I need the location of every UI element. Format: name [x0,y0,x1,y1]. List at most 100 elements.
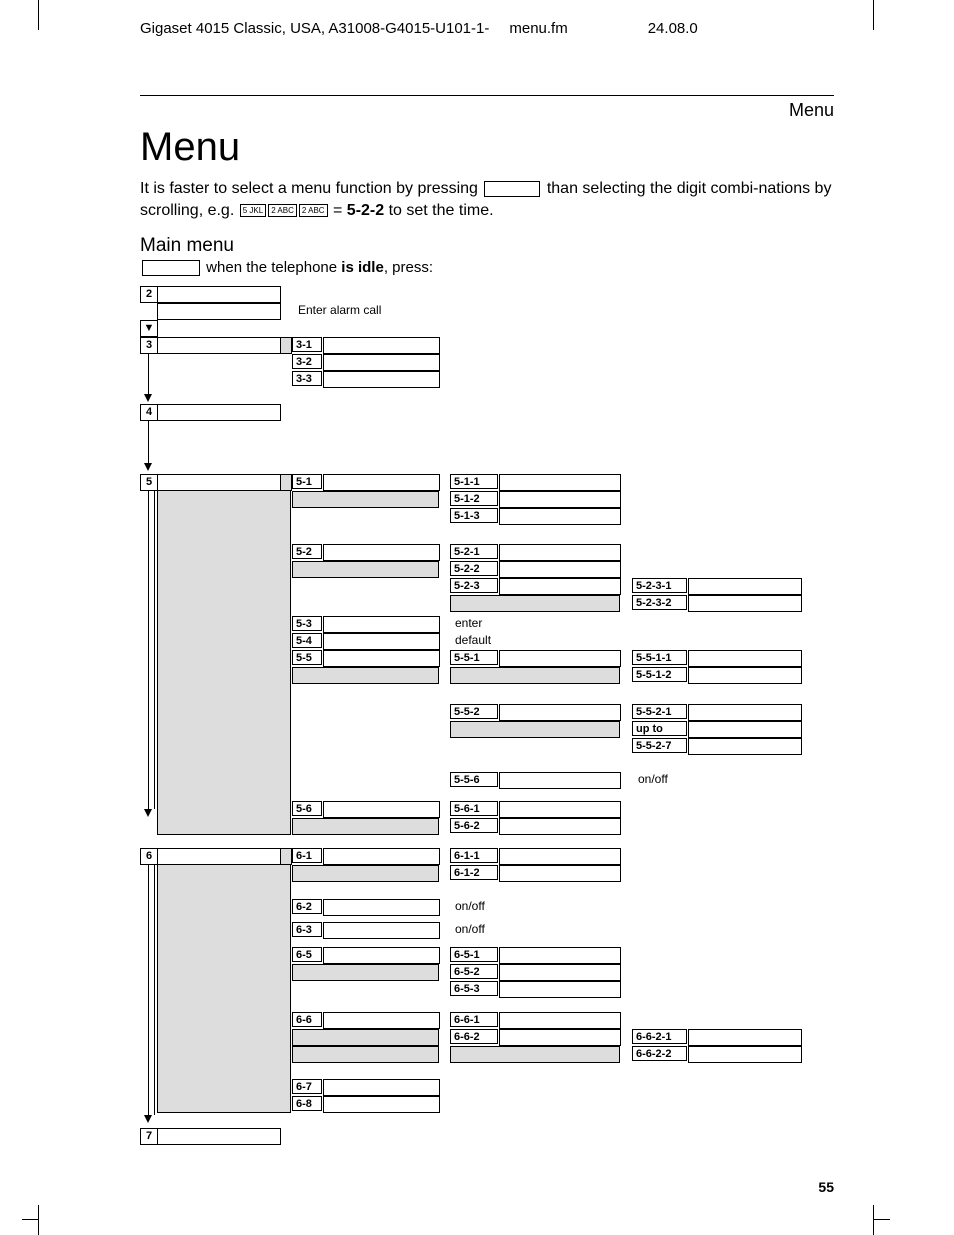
code-6-6-2-2: 6-6-2-2 [632,1046,687,1061]
code-5-2-3: 5-2-3 [450,578,498,593]
grey-cell [499,595,620,612]
cell [157,286,281,303]
grey-cell [499,721,620,738]
page-number: 55 [818,1179,834,1195]
cell [688,578,802,595]
cell [499,544,621,561]
subline-text: when the telephone [206,259,341,276]
grey-join [280,474,292,491]
grey-cell [323,491,439,508]
cell [157,337,281,354]
code-6-5-1: 6-5-1 [450,947,498,962]
arrowhead-icon [144,809,152,817]
code-6-1-2: 6-1-2 [450,865,498,880]
key-5-icon: 5 JKL [240,204,266,217]
cell [499,474,621,491]
code-6-5-2: 6-5-2 [450,964,498,979]
menu-2: 2 [140,286,158,303]
connector [148,354,149,394]
cell [499,964,621,981]
code-5-2-3-1: 5-2-3-1 [632,578,687,593]
intro-text: to set the time. [384,202,493,219]
cell [688,667,802,684]
code-5-2-3-2: 5-2-3-2 [632,595,687,610]
horizontal-rule [140,95,834,96]
grey-strip [280,865,291,1113]
connector [154,865,155,1115]
subline-bold: is idle [341,259,384,276]
key-2-icon: 2 ABC [299,204,328,217]
grey-cell [323,964,439,981]
code-5-6-1: 5-6-1 [450,801,498,816]
key-2-icon: 2 ABC [268,204,297,217]
page-title: Menu [140,125,834,170]
code-3-1: 3-1 [292,337,322,352]
grey-strip [157,865,281,1113]
cell [688,650,802,667]
code-6-6: 6-6 [292,1012,322,1027]
cell [323,474,440,491]
cell [323,337,440,354]
cell [688,704,802,721]
code-6-5: 6-5 [292,947,322,962]
crop-mark [22,1205,39,1235]
code-6-5-3: 6-5-3 [450,981,498,996]
code-5-4: 5-4 [292,633,322,648]
code-6-6-1: 6-6-1 [450,1012,498,1027]
code-5-5: 5-5 [292,650,322,665]
cell [499,818,621,835]
code-5-5-2: 5-5-2 [450,704,498,719]
crop-mark [874,1219,890,1220]
cell [323,544,440,561]
cell [157,1128,281,1145]
code-5-1: 5-1 [292,474,322,489]
grey-cell [292,561,324,578]
menu-7: 7 [140,1128,158,1145]
cell [499,848,621,865]
cell [157,474,281,491]
grey-cell [450,1046,500,1063]
grey-cell [499,667,620,684]
code-6-2: 6-2 [292,899,322,914]
enter-alarm-label: Enter alarm call [298,303,381,318]
code-5-1-3: 5-1-3 [450,508,498,523]
code-5-6: 5-6 [292,801,322,816]
onoff-label: on/off [455,899,485,914]
code-6-1: 6-1 [292,848,322,863]
menu-key-icon [484,181,540,197]
manual-page: Gigaset 4015 Classic, USA, A31008-G4015-… [0,0,954,1235]
connector [148,865,149,1115]
code-6-7: 6-7 [292,1079,322,1094]
intro-text: = [329,202,347,219]
menu-key-icon [142,260,200,276]
cell [688,738,802,755]
onoff-label: on/off [638,772,668,787]
subline-text: , press: [384,259,433,276]
cell [323,354,440,371]
doc-header: Gigaset 4015 Classic, USA, A31008-G4015-… [140,20,834,37]
grey-cell [323,1029,439,1046]
grey-cell [323,1046,439,1063]
enter-label: enter [455,616,482,631]
cell [323,1096,440,1113]
code-5-2-2: 5-2-2 [450,561,498,576]
code-3-3: 3-3 [292,371,322,386]
code-5-5-2-7: 5-5-2-7 [632,738,687,753]
connector [148,491,149,809]
code-3-2: 3-2 [292,354,322,369]
grey-strip [280,491,291,835]
code-5-5-6: 5-5-6 [450,772,498,787]
grey-cell [323,818,439,835]
code-5-2: 5-2 [292,544,322,559]
crop-mark [873,1205,890,1235]
code-6-6-2-1: 6-6-2-1 [632,1029,687,1044]
grey-cell [292,865,324,882]
grey-cell [323,561,439,578]
grey-join [280,337,292,354]
code-6-1-1: 6-1-1 [450,848,498,863]
cell [323,616,440,633]
menu-3: 3 [140,337,158,354]
cell [499,947,621,964]
grey-cell [292,1046,324,1063]
cell [323,947,440,964]
